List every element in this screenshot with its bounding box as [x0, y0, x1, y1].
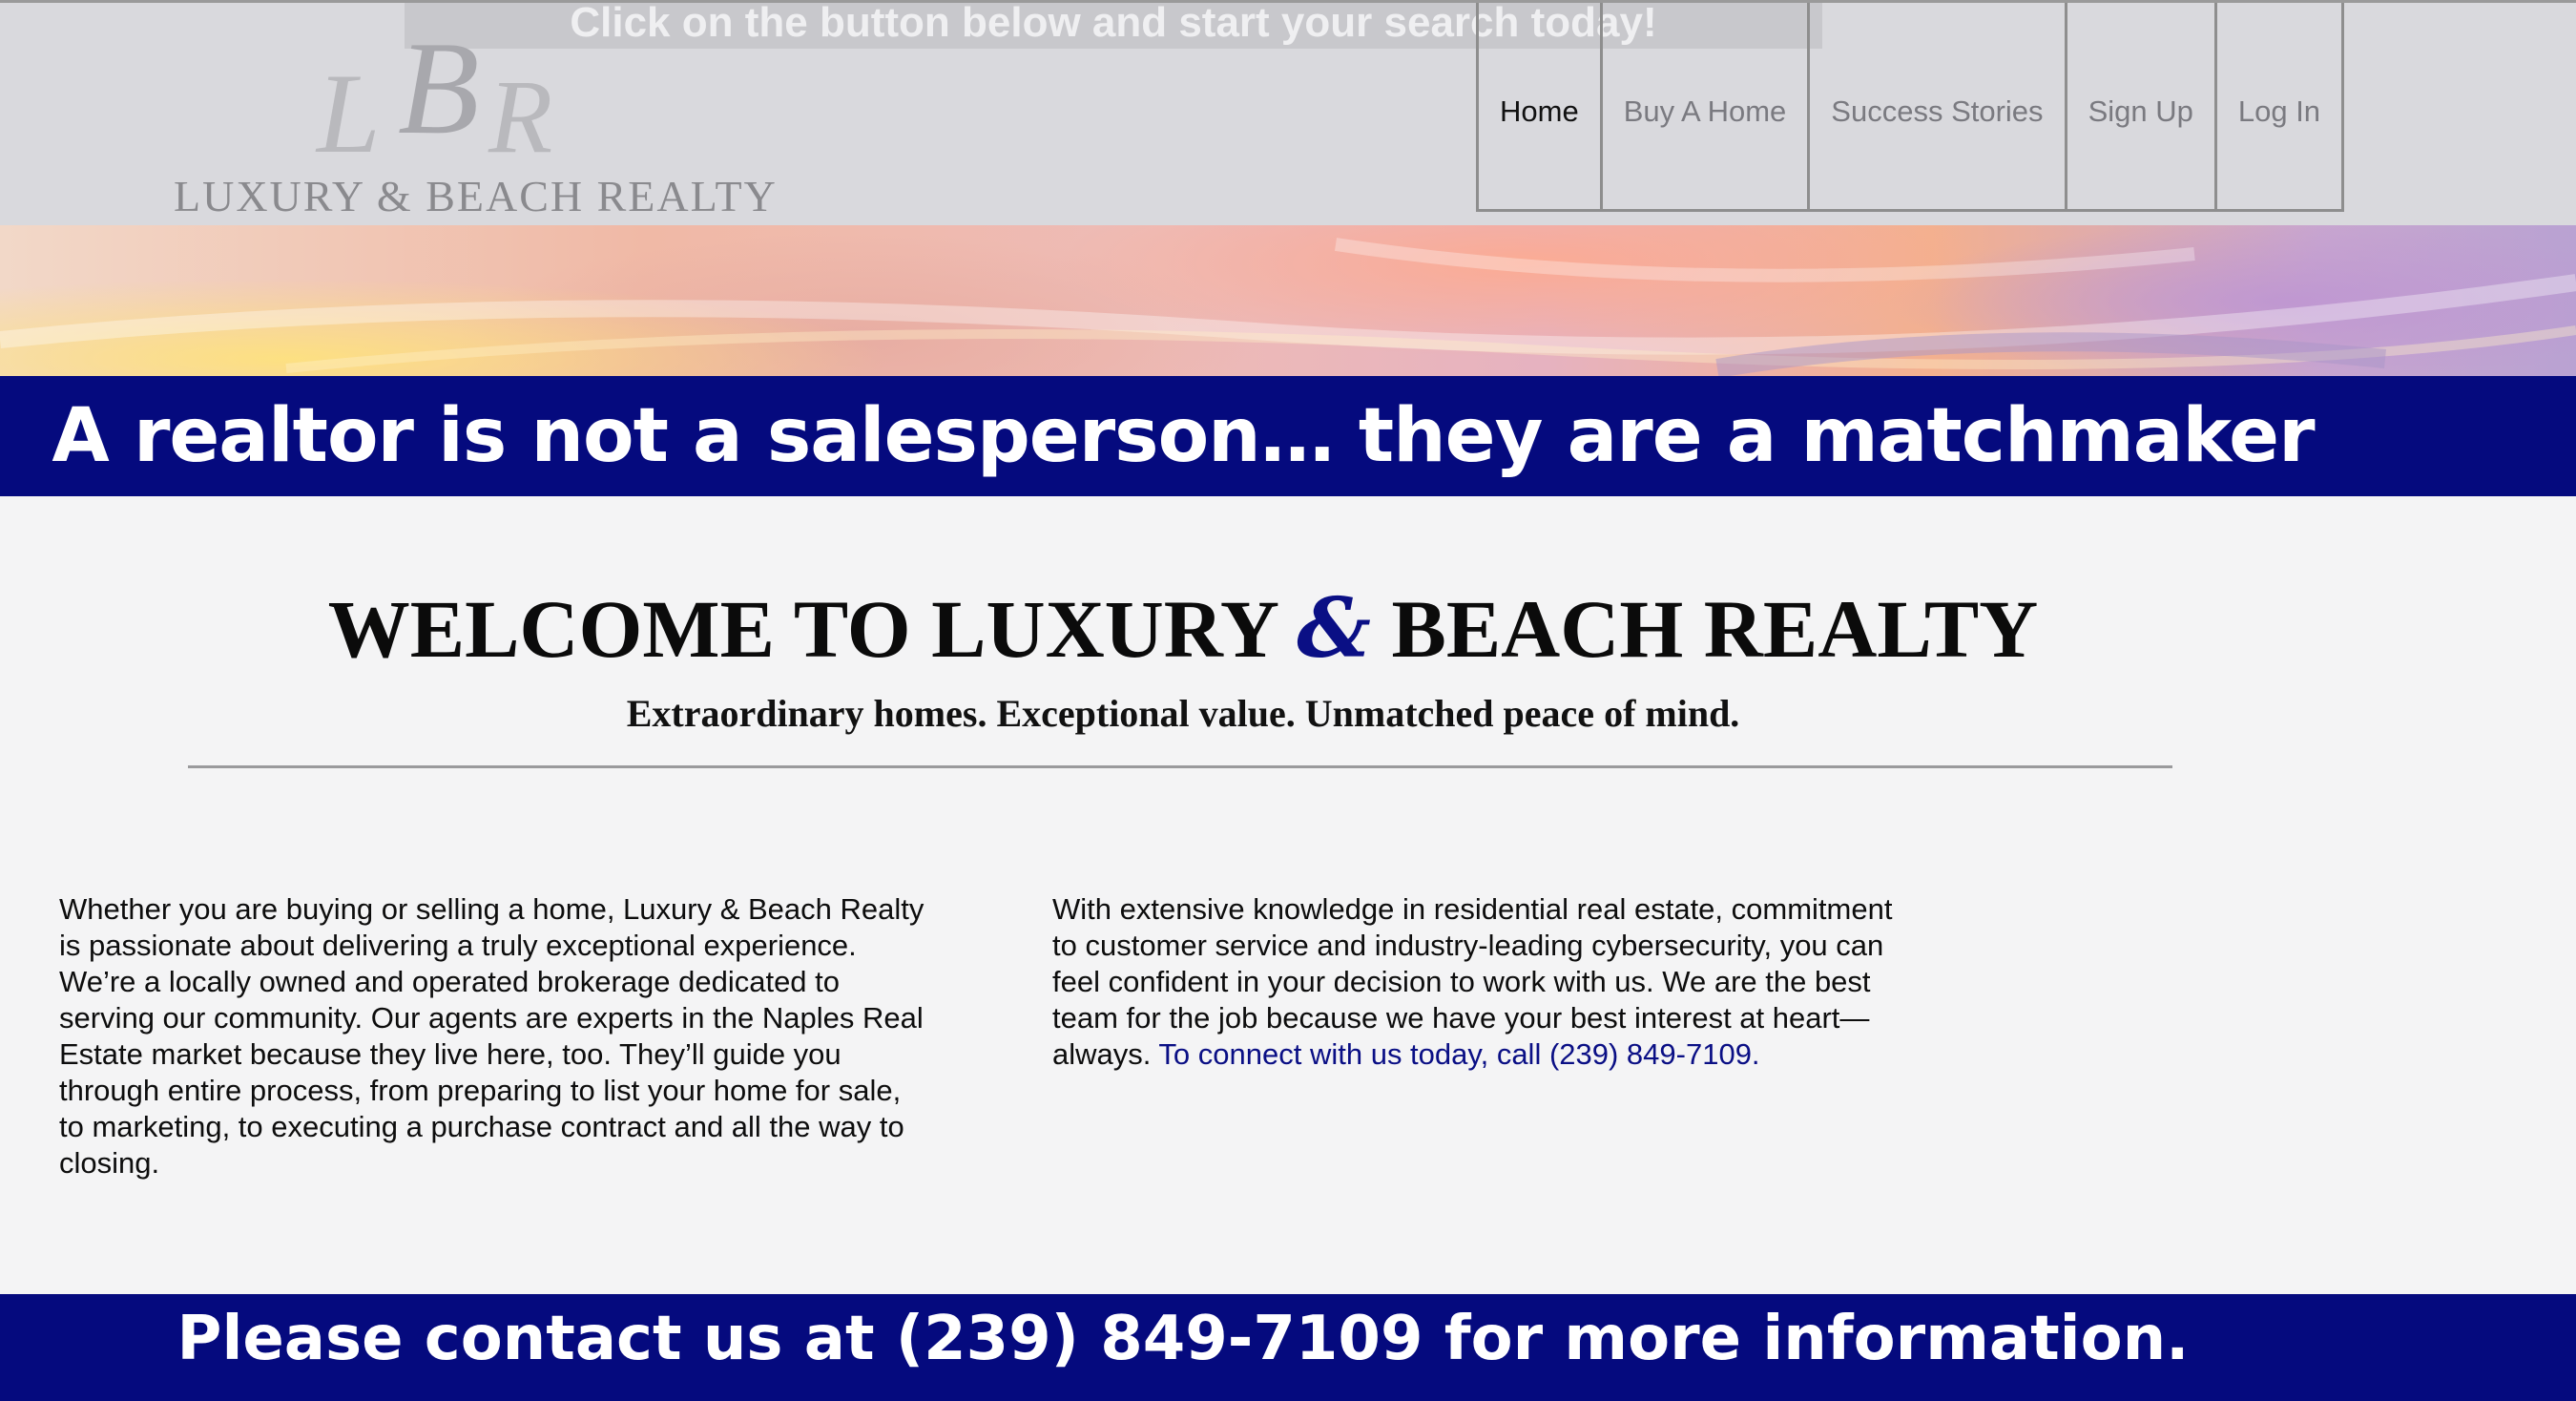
welcome-title: WELCOME TO LUXURY & BEACH REALTY: [181, 580, 2185, 677]
tagline-bar: A realtor is not a salesperson… they are…: [0, 376, 2576, 496]
nav-success-stories[interactable]: Success Stories: [1810, 3, 2067, 209]
tagline-text: A realtor is not a salesperson… they are…: [52, 393, 2315, 479]
right-line: to customer service and industry-leading…: [1052, 929, 1884, 962]
main-nav: Home Buy A Home Success Stories Sign Up …: [1476, 3, 2345, 212]
logo-monogram-l: L: [315, 50, 381, 177]
right-line: feel confident in your decision to work …: [1052, 965, 1871, 998]
right-line-last: always. To connect with us today, call (…: [1052, 1036, 1968, 1073]
site-logo[interactable]: L B R LUXURY & BEACH REALTY: [174, 28, 776, 228]
right-line: With extensive knowledge in residential …: [1052, 892, 1893, 926]
left-line: serving our community. Our agents are ex…: [59, 1001, 924, 1035]
nav-sign-up[interactable]: Sign Up: [2067, 3, 2217, 209]
contact-phone-link[interactable]: To connect with us today, call (239) 849…: [1158, 1037, 1759, 1071]
footer-bar: Please contact us at (239) 849-7109 for …: [0, 1294, 2576, 1401]
nav-log-in[interactable]: Log In: [2217, 3, 2345, 209]
intro-paragraph-right: With extensive knowledge in residential …: [1052, 891, 1968, 1073]
sunset-banner-image: [0, 225, 2576, 376]
logo-monogram: L B R: [315, 28, 552, 177]
nav-buy-a-home[interactable]: Buy A Home: [1603, 3, 1811, 209]
logo-monogram-b: B: [398, 28, 480, 162]
left-line: We’re a locally owned and operated broke…: [59, 965, 841, 998]
welcome-subtitle: Extraordinary homes. Exceptional value. …: [626, 692, 1740, 735]
right-line-prefix: always.: [1052, 1037, 1159, 1071]
left-line: to marketing, to executing a purchase co…: [59, 1110, 904, 1143]
right-line: team for the job because we have your be…: [1052, 1001, 1870, 1035]
page: Click on the button below and start your…: [0, 0, 2576, 1401]
intro-paragraph-left: Whether you are buying or selling a home…: [59, 891, 975, 1181]
section-divider: [188, 765, 2172, 768]
welcome-title-after: BEACH REALTY: [1370, 583, 2039, 675]
logo-text: LUXURY & BEACH REALTY: [174, 172, 778, 220]
left-line: Whether you are buying or selling a home…: [59, 892, 924, 926]
left-line: is passionate about delivering a truly e…: [59, 929, 857, 962]
welcome-title-before: WELCOME TO LUXURY: [327, 583, 1298, 675]
left-line: through entire process, from preparing t…: [59, 1074, 902, 1107]
sunset-streaks: [0, 238, 2576, 376]
left-line: closing.: [59, 1146, 160, 1180]
footer-contact-text: Please contact us at (239) 849-7109 for …: [177, 1304, 2190, 1374]
welcome-title-ampersand: &: [1297, 580, 1371, 677]
site-header: Click on the button below and start your…: [0, 0, 2576, 225]
left-line: Estate market because they live here, to…: [59, 1037, 841, 1071]
nav-home[interactable]: Home: [1479, 3, 1603, 209]
logo-monogram-r: R: [488, 58, 552, 175]
